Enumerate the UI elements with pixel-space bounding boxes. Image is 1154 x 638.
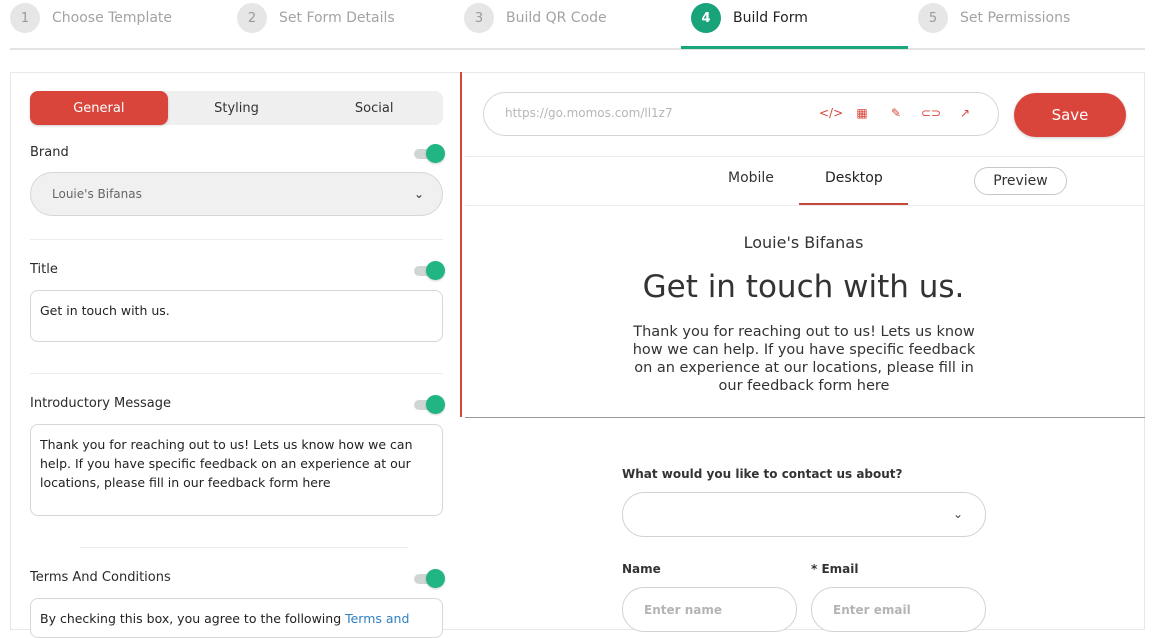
email-input[interactable]: Enter email [811, 587, 986, 632]
preview-button[interactable]: Preview [974, 167, 1067, 195]
tab-styling[interactable]: Styling [168, 91, 306, 125]
step-label: Set Permissions [960, 10, 1071, 26]
preview-separator [465, 417, 1145, 418]
tab-general[interactable]: General [30, 91, 168, 125]
form-url: https://go.momos.com/ll1z7 [505, 106, 673, 120]
step-set-form-details[interactable]: 2 Set Form Details [237, 3, 395, 33]
tab-desktop[interactable]: Desktop [825, 170, 883, 186]
title-input[interactable]: Get in touch with us. [30, 290, 443, 342]
step-choose-template[interactable]: 1 Choose Template [10, 3, 172, 33]
step-build-qr-code[interactable]: 3 Build QR Code [464, 3, 607, 33]
brand-select-value: Louie's Bifanas [52, 187, 142, 201]
contact-topic-label: What would you like to contact us about? [622, 467, 903, 481]
step-build-form[interactable]: 4 Build Form [691, 3, 808, 33]
preview-title: Get in touch with us. [642, 269, 965, 305]
save-button[interactable]: Save [1014, 93, 1126, 137]
divider [465, 205, 1145, 206]
code-icon[interactable]: </> [819, 106, 843, 120]
name-placeholder: Enter name [644, 602, 722, 617]
pencil-icon[interactable]: ✎ [887, 106, 905, 120]
step-label: Build QR Code [506, 10, 607, 26]
terms-textarea[interactable]: By checking this box, you agree to the f… [30, 598, 443, 638]
terms-link[interactable]: Terms and [345, 611, 409, 626]
brand-select[interactable]: Louie's Bifanas ⌄ [30, 172, 443, 216]
stepper: 1 Choose Template 2 Set Form Details 3 B… [10, 0, 1145, 50]
title-toggle[interactable] [414, 261, 445, 280]
divider [465, 156, 1145, 157]
intro-toggle[interactable] [414, 395, 445, 414]
intro-label: Introductory Message [30, 396, 172, 411]
intro-textarea[interactable]: Thank you for reaching out to us! Lets u… [30, 424, 443, 516]
chevron-down-icon: ⌄ [952, 507, 963, 521]
qr-icon[interactable]: ▦ [853, 106, 871, 120]
terms-label: Terms And Conditions [30, 570, 171, 585]
step-number: 1 [10, 3, 40, 33]
step-number: 2 [237, 3, 267, 33]
step-number: 5 [918, 3, 948, 33]
name-input[interactable]: Enter name [622, 587, 797, 632]
settings-tabs: General Styling Social [30, 91, 443, 125]
name-label: Name [622, 562, 661, 576]
title-label: Title [30, 262, 58, 277]
preview-panel: https://go.momos.com/ll1z7 </> ▦ ✎ ⊂⊃ ↗ … [462, 72, 1145, 632]
step-label: Choose Template [52, 10, 173, 26]
brand-toggle[interactable] [414, 144, 445, 163]
divider [30, 239, 443, 240]
divider [30, 373, 443, 374]
preview-brand: Louie's Bifanas [743, 233, 864, 252]
tab-social[interactable]: Social [305, 91, 443, 125]
contact-topic-select[interactable]: ⌄ [622, 492, 986, 537]
terms-toggle[interactable] [414, 569, 445, 588]
link-icon[interactable]: ⊂⊃ [921, 106, 941, 120]
email-placeholder: Enter email [833, 602, 911, 617]
external-link-icon[interactable]: ↗ [956, 106, 974, 120]
step-set-permissions[interactable]: 5 Set Permissions [918, 3, 1070, 33]
form-url-bar[interactable]: https://go.momos.com/ll1z7 </> ▦ ✎ ⊂⊃ ↗ [483, 92, 999, 136]
active-step-indicator [681, 46, 908, 49]
chevron-down-icon: ⌄ [413, 187, 424, 201]
step-number: 4 [691, 3, 721, 33]
step-label: Build Form [733, 10, 808, 26]
step-label: Set Form Details [279, 10, 395, 26]
brand-label: Brand [30, 145, 69, 160]
preview-message: Thank you for reaching out to us! Lets u… [632, 324, 976, 394]
tab-mobile[interactable]: Mobile [728, 170, 774, 186]
email-label: * Email [811, 562, 859, 576]
form-settings-panel: General Styling Social Brand Louie's Bif… [10, 72, 462, 638]
step-number: 3 [464, 3, 494, 33]
terms-text: By checking this box, you agree to the f… [40, 611, 346, 626]
divider [80, 547, 408, 548]
